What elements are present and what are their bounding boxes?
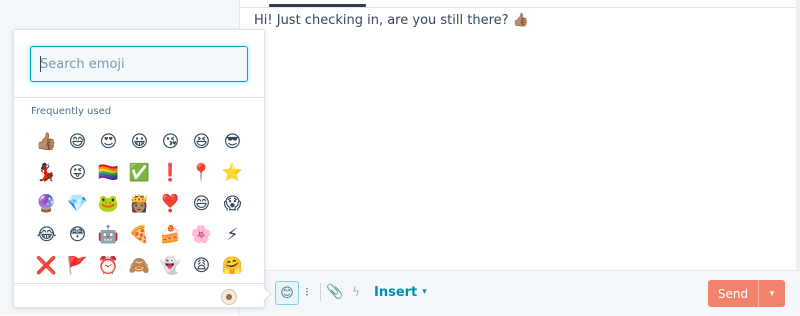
heart-exclamation-emoji[interactable]: ❣️	[155, 188, 186, 219]
paperclip-icon: 📎	[326, 284, 344, 300]
insert-dropdown-button[interactable]: Insert ▾	[374, 282, 427, 302]
grinning-sweat-emoji[interactable]: 😅	[62, 126, 93, 157]
high-voltage-emoji[interactable]: ⚡	[217, 219, 248, 250]
section-heading: Frequently used	[31, 106, 112, 117]
heart-eyes-emoji[interactable]: 😍	[93, 126, 124, 157]
emoji-search-field[interactable]	[30, 46, 248, 82]
pizza-emoji[interactable]: 🍕	[124, 219, 155, 250]
emoji-picker-popover: Frequently used 👍🏽😅😍😀😘😆😎 💃🏿😜🏳️‍🌈✅❗📍⭐ 🔮💎🐸👸🏽…	[13, 29, 265, 308]
see-no-evil-monkey-emoji[interactable]: 🙈	[124, 250, 155, 281]
picker-pointer	[261, 285, 270, 303]
message-text: Hi! Just checking in, are you still ther…	[254, 13, 529, 28]
frog-emoji[interactable]: 🐸	[93, 188, 124, 219]
round-pushpin-emoji[interactable]: 📍	[186, 157, 217, 188]
skin-tone-selector[interactable]	[221, 289, 237, 305]
crystal-ball-emoji[interactable]: 🔮	[31, 188, 62, 219]
star-emoji[interactable]: ⭐	[217, 157, 248, 188]
check-mark-button-emoji[interactable]: ✅	[124, 157, 155, 188]
picker-footer-divider	[14, 283, 264, 284]
winking-tongue-emoji[interactable]: 😜	[62, 157, 93, 188]
smiley-icon: 😊	[280, 285, 294, 301]
scrollbar-track[interactable]	[796, 0, 800, 315]
flushed-face-emoji[interactable]: 😳	[62, 219, 93, 250]
chevron-down-icon: ▾	[769, 288, 775, 299]
snippets-button[interactable]: ⁝	[297, 281, 317, 303]
thumbs-up-icon: 👍🏽	[512, 13, 529, 28]
attach-button[interactable]: 📎	[326, 281, 344, 303]
ghost-emoji[interactable]: 👻	[155, 250, 186, 281]
alarm-clock-emoji[interactable]: ⏰	[93, 250, 124, 281]
cherry-blossom-emoji[interactable]: 🌸	[186, 219, 217, 250]
chevron-down-icon: ▾	[422, 287, 427, 297]
grinning-squinting-emoji[interactable]: 😆	[186, 126, 217, 157]
princess-emoji[interactable]: 👸🏽	[124, 188, 155, 219]
send-label: Send	[717, 286, 749, 301]
gem-stone-emoji[interactable]: 💎	[62, 188, 93, 219]
toolbar-separator	[320, 283, 321, 301]
grinning-smiling-eyes-emoji[interactable]: 😄	[186, 188, 217, 219]
weary-face-emoji[interactable]: 😩	[186, 250, 217, 281]
emoji-picker-button[interactable]: 😊	[275, 281, 299, 305]
text-cursor	[40, 56, 41, 72]
active-tab-indicator	[269, 4, 366, 7]
thumbs-up-medium-skin-emoji[interactable]: 👍🏽	[31, 126, 62, 157]
hugging-face-emoji[interactable]: 🤗	[217, 250, 248, 281]
face-blowing-kiss-emoji[interactable]: 😘	[155, 126, 186, 157]
grinning-face-emoji[interactable]: 😀	[124, 126, 155, 157]
lightning-icon: ϟ	[352, 285, 360, 299]
picker-divider	[14, 97, 264, 98]
snippet-icon: ⁝	[305, 285, 309, 299]
triangular-flag-emoji[interactable]: 🚩	[62, 250, 93, 281]
send-options-button[interactable]: ▾	[759, 280, 785, 307]
cross-mark-emoji[interactable]: ❌	[31, 250, 62, 281]
screaming-in-fear-emoji[interactable]: 😱	[217, 188, 248, 219]
shortcake-emoji[interactable]: 🍰	[155, 219, 186, 250]
robot-emoji[interactable]: 🤖	[93, 219, 124, 250]
skin-tone-dot-icon	[226, 294, 232, 300]
emoji-search-input[interactable]	[31, 47, 247, 81]
exclamation-mark-emoji[interactable]: ❗	[155, 157, 186, 188]
woman-dancing-emoji[interactable]: 💃🏿	[31, 157, 62, 188]
smiling-sunglasses-emoji[interactable]: 😎	[217, 126, 248, 157]
emoji-grid: 👍🏽 😅 😍 😀 😘 😆 😎 💃🏿 😜 🏳️‍🌈 ✅ ❗ 📍 ⭐ 🔮 💎 🐸 👸🏽 ❣️ 😄 😱 😂 😳 🤖 🍕 🍰 🌸 ⚡ ❌ 🚩 ⏰ 🙈 👻…	[31, 126, 247, 281]
rainbow-flag-emoji[interactable]: 🏳️‍🌈	[93, 157, 124, 188]
tears-of-joy-emoji[interactable]: 😂	[31, 219, 62, 250]
send-button[interactable]: Send	[708, 280, 758, 307]
templates-button[interactable]: ϟ	[348, 281, 364, 303]
insert-label: Insert	[374, 284, 418, 300]
composer-toolbar: 😊 ⁝ 📎 ϟ Insert ▾ Send ▾	[240, 270, 800, 316]
message-body: Hi! Just checking in, are you still ther…	[254, 13, 509, 28]
